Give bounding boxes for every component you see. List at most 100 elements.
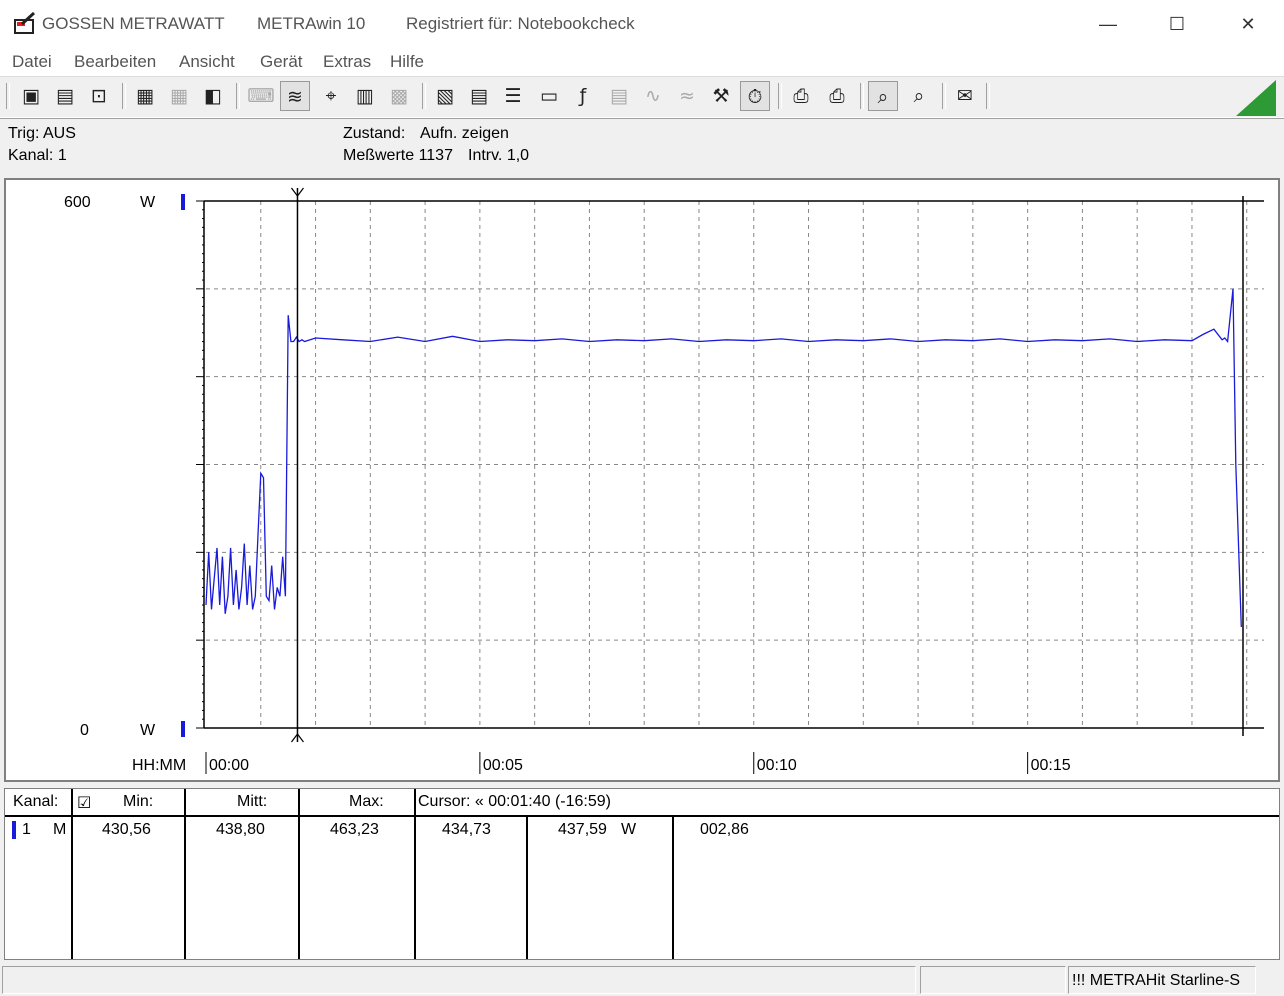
signal-icon[interactable]: ∿ xyxy=(638,81,668,111)
cursor[interactable] xyxy=(290,187,304,743)
menu-datei[interactable]: Datei xyxy=(12,52,52,72)
toolbar-separator xyxy=(986,83,990,109)
row-difference: 002,86 xyxy=(700,821,749,838)
header-checkbox[interactable]: ☑ xyxy=(77,793,91,812)
measurement-count: Meßwerte 1137 xyxy=(343,147,453,164)
menu-hilfe[interactable]: Hilfe xyxy=(390,52,424,72)
row-cursor1: 434,73 xyxy=(442,821,491,838)
row-min: 430,56 xyxy=(102,821,151,838)
status-triangle-icon xyxy=(1236,80,1276,116)
data-icon[interactable]: ▤ xyxy=(464,81,494,111)
table-icon[interactable]: ▥ xyxy=(350,81,380,111)
device-read-icon[interactable]: ◧ xyxy=(198,81,228,111)
channel-color-marker xyxy=(12,821,16,839)
row-mode: M xyxy=(53,821,67,838)
title-bar: GOSSEN METRAWATT METRAwin 10 Registriert… xyxy=(0,0,1284,48)
channel-top-marker xyxy=(181,194,185,210)
timer-icon[interactable]: ⏱ xyxy=(740,81,770,111)
status-pane-main xyxy=(2,966,916,994)
close-button[interactable]: ✕ xyxy=(1228,10,1268,38)
x-axis-label: HH:MM xyxy=(132,757,186,774)
save-icon[interactable]: ▣ xyxy=(16,81,46,111)
waveform-icon[interactable]: ≋ xyxy=(280,81,310,111)
settings-icon[interactable]: ▧ xyxy=(430,81,460,111)
device-icon[interactable]: ▦ xyxy=(130,81,160,111)
toolbar-separator xyxy=(122,83,126,109)
minimize-button[interactable]: — xyxy=(1088,10,1128,38)
print-icon[interactable]: ⎙ xyxy=(822,81,852,111)
tools-icon[interactable]: ⚒ xyxy=(706,81,736,111)
menu-geraet[interactable]: Gerät xyxy=(260,52,303,72)
menu-bearbeiten[interactable]: Bearbeiten xyxy=(74,52,156,72)
table-column-divider xyxy=(526,817,528,959)
menu-extras[interactable]: Extras xyxy=(323,52,371,72)
power-chart[interactable]: 600 W 0 W HH:MM 00:00 00:05 00:10 00:15 xyxy=(6,180,1278,780)
channel-status: Kanal: 1 xyxy=(8,147,67,164)
noise-icon[interactable]: ≈ xyxy=(672,81,702,111)
x-tick-label: 00:05 xyxy=(483,757,523,774)
header-kanal: Kanal: xyxy=(13,793,59,810)
table-column-divider xyxy=(298,789,300,959)
channel-bottom-marker xyxy=(181,721,185,737)
header-mitt: Mitt: xyxy=(237,793,268,810)
memory-icon[interactable]: ▤ xyxy=(604,81,634,111)
x-tick-label: 00:10 xyxy=(757,757,797,774)
table-column-divider xyxy=(184,789,186,959)
chart-panel[interactable]: 600 W 0 W HH:MM 00:00 00:05 00:10 00:15 xyxy=(4,178,1280,782)
app-logo-icon xyxy=(14,12,36,34)
table-column-divider xyxy=(414,789,416,959)
zoom-icon[interactable]: ⌕ xyxy=(868,81,898,111)
row-unit: W xyxy=(621,821,637,838)
y-bottom-label: 0 xyxy=(80,722,89,739)
maximize-button[interactable]: ☐ xyxy=(1157,10,1197,38)
table-column-divider xyxy=(71,789,73,959)
save-as-icon[interactable]: ▤ xyxy=(50,81,80,111)
header-min: Min: xyxy=(123,793,154,810)
toolbar-separator xyxy=(860,83,864,109)
menu-ansicht[interactable]: Ansicht xyxy=(179,52,235,72)
table-header-divider xyxy=(5,815,1279,817)
y-bottom-unit: W xyxy=(140,722,156,739)
open-icon[interactable]: ⊡ xyxy=(84,81,114,111)
toolbar-separator xyxy=(422,83,426,109)
x-tick-label: 00:00 xyxy=(209,757,249,774)
device-disabled-icon[interactable]: ▦ xyxy=(164,81,194,111)
row-cursor2: 437,59 xyxy=(558,821,607,838)
registered-text: Registriert für: Notebookcheck xyxy=(406,14,635,33)
toolbar: ▣ ▤ ⊡ ▦ ▦ ◧ ⌨ ≋ ⌖ ▥ ▩ ▧ ▤ ☰ ▭ ƒ ▤ ∿ ≈ ⚒ … xyxy=(0,77,1284,118)
status-pane-middle xyxy=(920,966,1066,994)
y-top-label: 600 xyxy=(64,194,91,211)
menu-bar: Datei Bearbeiten Ansicht Gerät Extras Hi… xyxy=(0,48,1284,77)
crosshair-icon[interactable]: ⌖ xyxy=(316,81,346,111)
toolbar-separator xyxy=(942,83,946,109)
x-axis-labels: 00:00 00:05 00:10 00:15 xyxy=(205,752,1071,774)
y-top-unit: W xyxy=(140,194,156,211)
table-column-divider xyxy=(672,817,674,959)
state-value: Aufn. zeigen xyxy=(420,125,509,142)
x-tick-label: 00:15 xyxy=(1031,757,1071,774)
product-name: METRAwin 10 xyxy=(257,14,366,33)
trigger-status: Trig: AUS xyxy=(8,125,76,142)
toolbar-separator xyxy=(236,83,240,109)
zoom-out-icon[interactable]: ⌕ xyxy=(904,81,934,111)
help-message-icon[interactable]: ✉ xyxy=(950,81,980,111)
monitor-icon[interactable]: ▭ xyxy=(534,81,564,111)
app-name: GOSSEN METRAWATT xyxy=(42,14,225,33)
status-bar: !!! METRAHit Starline-S xyxy=(0,964,1284,996)
grid-icon[interactable]: ▩ xyxy=(384,81,414,111)
list-icon[interactable]: ☰ xyxy=(498,81,528,111)
measurement-table: Kanal: ☑ Min: Mitt: Max: Cursor: « 00:01… xyxy=(4,788,1280,960)
toolbar-separator xyxy=(778,83,782,109)
state-label: Zustand: xyxy=(343,125,406,142)
header-max: Max: xyxy=(349,793,384,810)
row-mitt: 438,80 xyxy=(216,821,265,838)
row-max: 463,23 xyxy=(330,821,379,838)
keyboard-icon[interactable]: ⌨ xyxy=(246,81,276,111)
info-bar: Trig: AUS Kanal: 1 Zustand: Aufn. zeigen… xyxy=(0,118,1284,175)
interval-value: Intrv. 1,0 xyxy=(468,147,530,164)
header-cursor: Cursor: « 00:01:40 (-16:59) xyxy=(418,793,611,810)
printer-icon[interactable]: ⎙ xyxy=(786,81,816,111)
toolbar-separator xyxy=(6,83,10,109)
function-icon[interactable]: ƒ xyxy=(568,81,598,111)
chart-grid xyxy=(206,201,1264,728)
